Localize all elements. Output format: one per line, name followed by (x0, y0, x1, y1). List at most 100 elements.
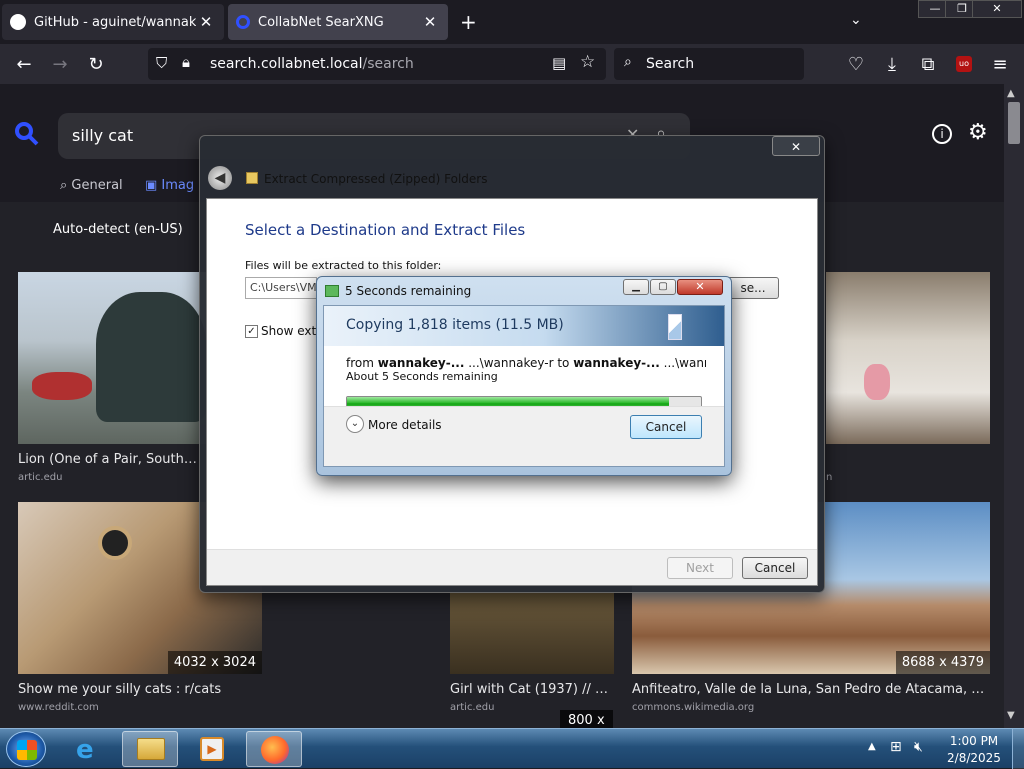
folder-icon (137, 738, 165, 760)
result-title[interactable]: Show me your silly cats : r/cats (18, 682, 262, 697)
close-dialog-button[interactable]: ✕ (677, 279, 723, 295)
tab-list-chevron-icon[interactable]: ⌄ (850, 12, 862, 28)
copy-dialog-body: Copying 1,818 items (11.5 MB) from wanna… (323, 305, 725, 467)
folder-path-input[interactable]: C:\Users\VM (245, 277, 317, 299)
info-icon[interactable]: i (932, 124, 952, 144)
copy-heading: Copying 1,818 items (11.5 MB) (346, 317, 564, 333)
minimize-button[interactable]: ▁ (623, 279, 649, 295)
copy-progress-dialog: 5 Seconds remaining ▁ ▢ ✕ Copying 1,818 … (316, 276, 732, 476)
volume-muted-icon[interactable]: 🔇︎ (914, 739, 923, 755)
reload-icon[interactable]: ↻ (80, 44, 112, 84)
page-scrollbar[interactable]: ▲ ▼ (1004, 84, 1024, 728)
extract-dialog-footer: Next Cancel (207, 549, 817, 585)
close-window-button[interactable]: ✕ (972, 0, 1022, 18)
close-icon[interactable]: ✕ (420, 13, 440, 31)
back-arrow-icon[interactable]: ← (8, 44, 40, 84)
tab-general[interactable]: ⌕ General (60, 178, 123, 193)
browse-button[interactable]: se... (727, 277, 779, 299)
bookmark-star-icon[interactable]: ☆ (580, 52, 595, 72)
show-files-checkbox[interactable]: ✓ (245, 325, 258, 338)
back-arrow-icon[interactable]: ◀ (208, 166, 232, 190)
result-title[interactable]: Anfiteatro, Valle de la Luna, San Pedro … (632, 682, 990, 697)
flower-shape (32, 372, 92, 400)
cancel-button[interactable]: Cancel (742, 557, 808, 579)
tab-github[interactable]: GitHub - aguinet/wannakey: W ✕ (2, 4, 224, 40)
search-placeholder: Search (646, 56, 695, 72)
show-hidden-icons-icon[interactable]: ▲ (868, 741, 876, 752)
new-tab-button[interactable]: + (460, 10, 477, 34)
result-source: artic.edu (18, 472, 63, 483)
taskbar-firefox[interactable] (246, 731, 302, 767)
taskbar-explorer[interactable] (122, 731, 178, 767)
taskbar-internet-explorer[interactable]: e (62, 731, 118, 767)
cat-eye-shape (98, 526, 132, 560)
download-icon[interactable]: ⤓ (876, 44, 908, 84)
settings-gear-icon[interactable]: ⚙ (968, 120, 988, 145)
forward-arrow-icon[interactable]: → (44, 44, 76, 84)
result-title[interactable]: Girl with Cat (1937) // Bal... (450, 682, 614, 697)
searxng-icon (236, 15, 250, 29)
copy-dialog-footer: ⌄ More details Cancel (324, 406, 724, 466)
copy-from-to: from wannakey-... ...\wannakey-r to wann… (346, 356, 706, 370)
cancel-copy-button[interactable]: Cancel (630, 415, 702, 439)
url-path: /search (362, 56, 414, 72)
shield-icon[interactable]: ⛉ (156, 54, 167, 72)
tab-general-label: General (71, 178, 123, 193)
url-text[interactable]: search.collabnet.local/search (210, 56, 414, 72)
image-dimensions: 800 x (560, 710, 613, 728)
scroll-down-icon[interactable]: ▼ (1007, 710, 1015, 721)
from-prefix: from (346, 356, 378, 370)
show-desktop-button[interactable] (1012, 729, 1024, 769)
taskbar-media-player[interactable]: ▶ (184, 731, 240, 767)
search-icon: ⌕ (624, 54, 632, 70)
image-icon: ▣ (145, 178, 162, 193)
tab-title: GitHub - aguinet/wannakey: W (34, 14, 196, 30)
result-thumbnail-girl-with-cat[interactable] (450, 592, 614, 674)
network-icon[interactable]: ⊞ (890, 739, 902, 755)
result-source: www.reddit.com (18, 702, 99, 713)
pocket-icon[interactable]: ♡ (840, 44, 872, 84)
to-path: ...\wannakey-r (663, 356, 706, 370)
to-name: wannakey-... (573, 356, 660, 370)
time-remaining: About 5 Seconds remaining (346, 370, 498, 383)
clock-time[interactable]: 1:00 PM (944, 734, 1004, 748)
result-source: artic.edu (450, 702, 495, 713)
search-query-text: silly cat (72, 126, 134, 145)
ublock-icon[interactable]: uo (956, 56, 972, 72)
start-button[interactable] (6, 731, 46, 767)
searxng-logo-icon[interactable] (14, 121, 39, 146)
from-path: ...\wannakey-r to (464, 356, 574, 370)
chevron-down-icon[interactable]: ⌄ (346, 415, 364, 433)
close-dialog-button[interactable]: ✕ (772, 136, 820, 156)
from-name: wannakey-... (377, 356, 465, 370)
close-icon[interactable]: ✕ (196, 13, 216, 31)
scroll-up-icon[interactable]: ▲ (1007, 88, 1015, 99)
extensions-icon[interactable]: ⧉ (912, 44, 944, 84)
next-button[interactable]: Next (667, 557, 733, 579)
maximize-button[interactable]: ▢ (650, 279, 676, 295)
media-player-icon: ▶ (200, 737, 224, 761)
github-icon (10, 14, 26, 30)
internet-explorer-icon: e (76, 735, 94, 765)
zip-folder-icon (246, 172, 258, 184)
tab-searxng[interactable]: CollabNet SearXNG ✕ (228, 4, 448, 40)
lock-icon[interactable]: 🔒︎ (182, 53, 190, 71)
url-bar[interactable]: ⛉ 🔒︎ search.collabnet.local/search ▤ ☆ (148, 48, 606, 80)
tab-images-label: Imag (161, 178, 195, 193)
dialog-heading: Select a Destination and Extract Files (245, 221, 526, 239)
windows-logo-icon (17, 740, 37, 760)
reader-view-icon[interactable]: ▤ (552, 54, 566, 72)
search-icon: ⌕ (60, 178, 72, 193)
lion-statue-shape (96, 292, 206, 422)
scrollbar-thumb[interactable] (1008, 102, 1020, 144)
result-thumbnail-cat-tongue[interactable] (826, 272, 990, 444)
dialog-title: Extract Compressed (Zipped) Folders (264, 172, 488, 186)
search-bar[interactable]: ⌕ Search (614, 48, 804, 80)
menu-icon[interactable]: ≡ (984, 44, 1016, 84)
language-selector[interactable]: Auto-detect (en-US) (53, 222, 183, 237)
tab-images[interactable]: ▣ Imag (145, 178, 194, 193)
more-details-toggle[interactable]: More details (368, 418, 442, 432)
image-dimensions: 8688 x 4379 (895, 651, 990, 674)
clock-date[interactable]: 2/8/2025 (944, 751, 1004, 765)
result-title[interactable]: Lion (One of a Pair, South Pede (18, 452, 198, 467)
